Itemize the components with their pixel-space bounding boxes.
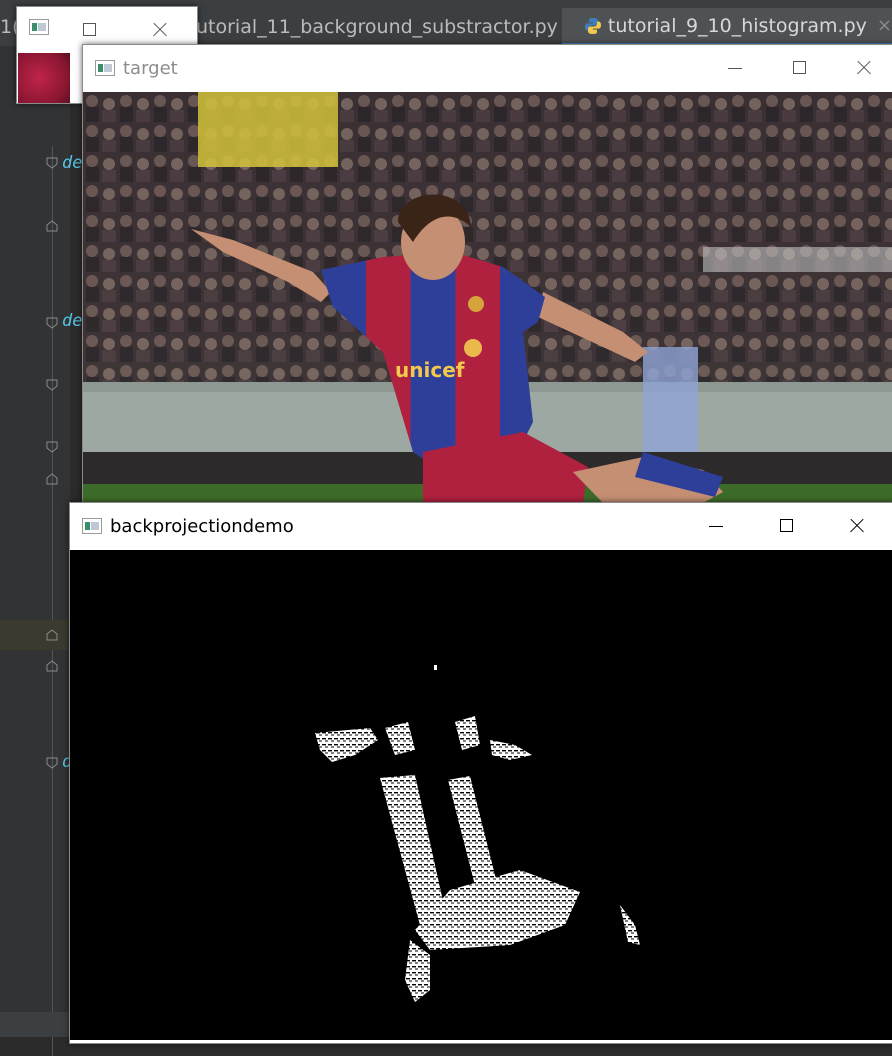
window-titlebar[interactable]	[17, 7, 197, 47]
opencv-window-icon	[29, 19, 49, 35]
maximize-button[interactable]	[767, 45, 831, 91]
window-titlebar[interactable]: backprojectiondemo	[70, 503, 892, 549]
backprojection-window[interactable]: backprojectiondemo	[69, 502, 892, 1044]
python-file-icon	[584, 17, 601, 34]
maximize-button[interactable]	[754, 503, 824, 549]
window-titlebar[interactable]: target	[83, 45, 892, 91]
tab-label: tutorial_9_10_histogram.py	[607, 14, 867, 37]
fold-icon[interactable]	[46, 629, 58, 641]
fold-icon[interactable]	[46, 757, 58, 769]
fold-icon[interactable]	[46, 660, 58, 672]
minimize-button[interactable]	[703, 45, 767, 91]
target-window[interactable]: target unicef	[82, 44, 892, 504]
backprojection-mask	[315, 665, 640, 1002]
opencv-window-icon	[82, 518, 102, 534]
fold-icon[interactable]	[46, 379, 58, 391]
editor-gutter	[0, 46, 70, 1056]
window-title: target	[123, 57, 178, 79]
fold-icon[interactable]	[46, 220, 58, 232]
opencv-window-icon	[95, 60, 115, 76]
tab-histogram[interactable]: tutorial_9_10_histogram.py ×	[562, 8, 892, 46]
fold-icon[interactable]	[46, 473, 58, 485]
window-title: backprojectiondemo	[110, 515, 294, 537]
close-button[interactable]	[127, 7, 197, 47]
target-image: unicef	[83, 92, 892, 503]
current-line-highlight	[0, 620, 70, 650]
backprojection-image	[70, 550, 892, 1040]
fold-icon[interactable]	[46, 441, 58, 453]
minimize-button[interactable]	[684, 503, 754, 549]
maximize-button[interactable]	[57, 7, 127, 47]
code-keyword-fragment: de	[62, 311, 83, 331]
soccer-player-photo: unicef	[83, 92, 892, 503]
image-thumbnail	[18, 53, 70, 103]
code-keyword-fragment: de	[62, 153, 83, 173]
tab-label: utorial_11_background_substractor.py	[196, 16, 558, 38]
status-strip	[0, 1012, 70, 1037]
tab-close-icon[interactable]: ×	[877, 15, 892, 36]
close-button[interactable]	[831, 45, 892, 91]
close-button[interactable]	[824, 503, 892, 549]
tab-background-substractor[interactable]: utorial_11_background_substractor.py ×	[196, 8, 583, 46]
fold-icon[interactable]	[46, 157, 58, 169]
fold-guide-line	[52, 146, 53, 1056]
fold-icon[interactable]	[46, 317, 58, 329]
sponsor-text: unicef	[395, 358, 465, 382]
